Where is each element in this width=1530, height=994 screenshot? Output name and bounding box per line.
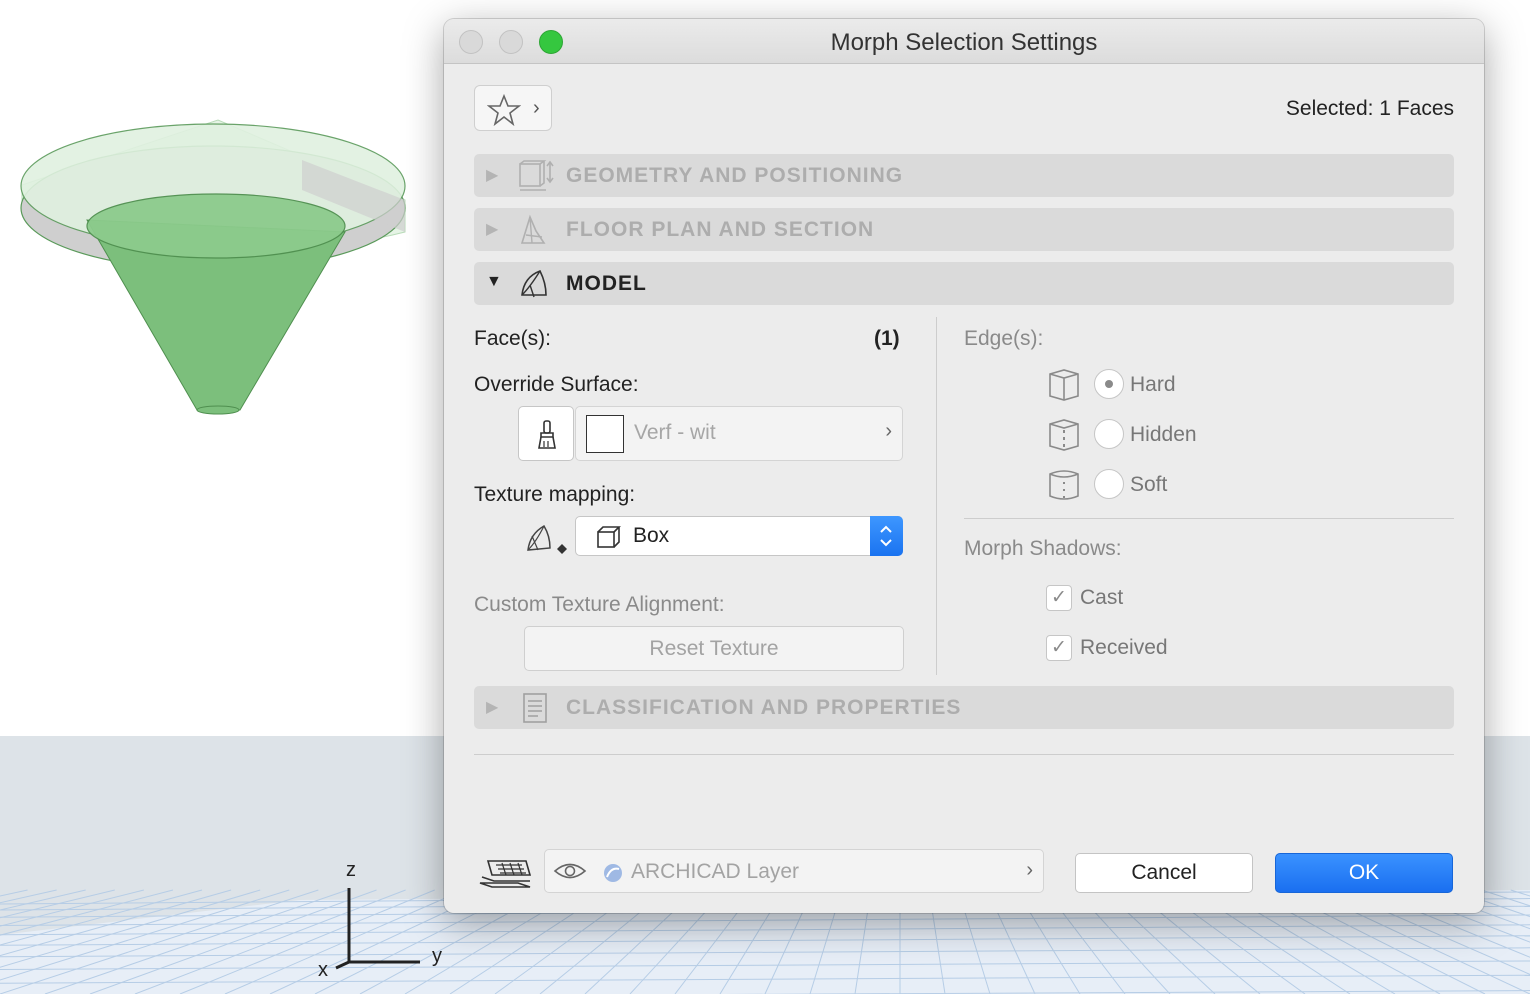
custom-texture-alignment-label: Custom Texture Alignment:	[474, 593, 725, 616]
shadows-divider	[964, 518, 1454, 519]
edge-hard-label: Hard	[1130, 373, 1176, 396]
disclosure-triangle-icon: ▶	[486, 221, 499, 238]
soft-edge-icon	[1049, 470, 1079, 500]
morph-shadows-label: Morph Shadows:	[964, 537, 1122, 560]
document-icon	[523, 693, 547, 723]
window-title: Morph Selection Settings	[830, 29, 1098, 56]
disclosure-triangle-open-icon: ▼	[486, 273, 502, 290]
box-icon	[597, 526, 621, 548]
select-stepper[interactable]	[870, 516, 903, 556]
favorites-button[interactable]: ›	[474, 85, 552, 131]
edge-soft-label: Soft	[1130, 473, 1168, 496]
hard-edge-icon	[1049, 369, 1079, 401]
texture-mapping-select[interactable]: Box	[575, 516, 903, 556]
morph-settings-dialog: Morph Selection Settings › Selected: 1 F…	[444, 19, 1484, 913]
cancel-button[interactable]: Cancel	[1075, 853, 1253, 893]
footer-divider	[474, 754, 1454, 755]
up-down-chevron-icon	[880, 525, 892, 547]
section-title: CLASSIFICATION AND PROPERTIES	[566, 696, 962, 719]
layer-value: ARCHICAD Layer	[631, 860, 800, 883]
section-floor-plan-and-section[interactable]: ▶ FLOOR PLAN AND SECTION	[474, 208, 1454, 251]
edge-hidden-label: Hidden	[1130, 423, 1197, 446]
eye-icon	[553, 863, 587, 879]
section-classification-and-properties[interactable]: ▶ CLASSIFICATION AND PROPERTIES	[474, 686, 1454, 729]
layer-picker[interactable]: ARCHICAD Layer ›	[544, 849, 1044, 893]
axis-z-label: z	[346, 859, 356, 881]
geometry-icon	[519, 160, 554, 191]
column-divider	[936, 317, 937, 675]
disclosure-triangle-icon: ▶	[486, 699, 499, 716]
texture-mapping-icon[interactable]	[524, 522, 570, 556]
layer-status-icon	[604, 864, 622, 882]
edge-soft-radio[interactable]	[1094, 469, 1124, 499]
chevron-right-icon: ›	[533, 97, 540, 119]
selection-count: Selected: 1 Faces	[1285, 97, 1454, 120]
hidden-edge-icon	[1049, 419, 1079, 451]
ok-button[interactable]: OK	[1275, 853, 1453, 893]
axis-y-label: y	[432, 945, 442, 967]
override-surface-label: Override Surface:	[474, 373, 639, 396]
star-icon	[487, 93, 521, 127]
cast-shadow-checkbox[interactable]: ✓	[1046, 585, 1072, 611]
surface-picker[interactable]: Verf - wit ›	[575, 406, 903, 461]
floor-plan-icon	[520, 214, 546, 244]
received-shadow-label: Received	[1080, 636, 1168, 659]
section-title: FLOOR PLAN AND SECTION	[566, 218, 875, 241]
surface-swatch	[586, 415, 624, 453]
axis-x-label: x	[318, 959, 328, 981]
section-model[interactable]: ▼ MODEL	[474, 262, 1454, 305]
chevron-right-icon: ›	[1026, 859, 1033, 881]
override-surface-toggle[interactable]	[518, 406, 574, 461]
surface-value: Verf - wit	[634, 421, 716, 444]
section-title: GEOMETRY AND POSITIONING	[566, 164, 904, 187]
edge-hard-radio[interactable]	[1094, 369, 1124, 399]
section-geometry-and-positioning[interactable]: ▶ GEOMETRY AND POSITIONING	[474, 154, 1454, 197]
reset-texture-button[interactable]: Reset Texture	[524, 626, 904, 671]
faces-count: (1)	[874, 327, 900, 350]
disclosure-triangle-icon: ▶	[486, 167, 499, 184]
section-title: MODEL	[566, 272, 647, 295]
title-bar[interactable]: Morph Selection Settings	[444, 19, 1484, 64]
texture-mapping-label: Texture mapping:	[474, 483, 636, 506]
texture-mapping-value: Box	[633, 524, 670, 547]
edge-hidden-radio[interactable]	[1094, 419, 1124, 449]
edges-label: Edge(s):	[964, 327, 1044, 350]
layers-icon	[479, 860, 532, 888]
received-shadow-checkbox[interactable]: ✓	[1046, 635, 1072, 661]
faces-label: Face(s):	[474, 327, 552, 350]
chevron-right-icon: ›	[885, 420, 892, 442]
model-icon	[521, 269, 547, 298]
paint-brush-icon	[538, 420, 556, 449]
cast-shadow-label: Cast	[1080, 586, 1124, 609]
